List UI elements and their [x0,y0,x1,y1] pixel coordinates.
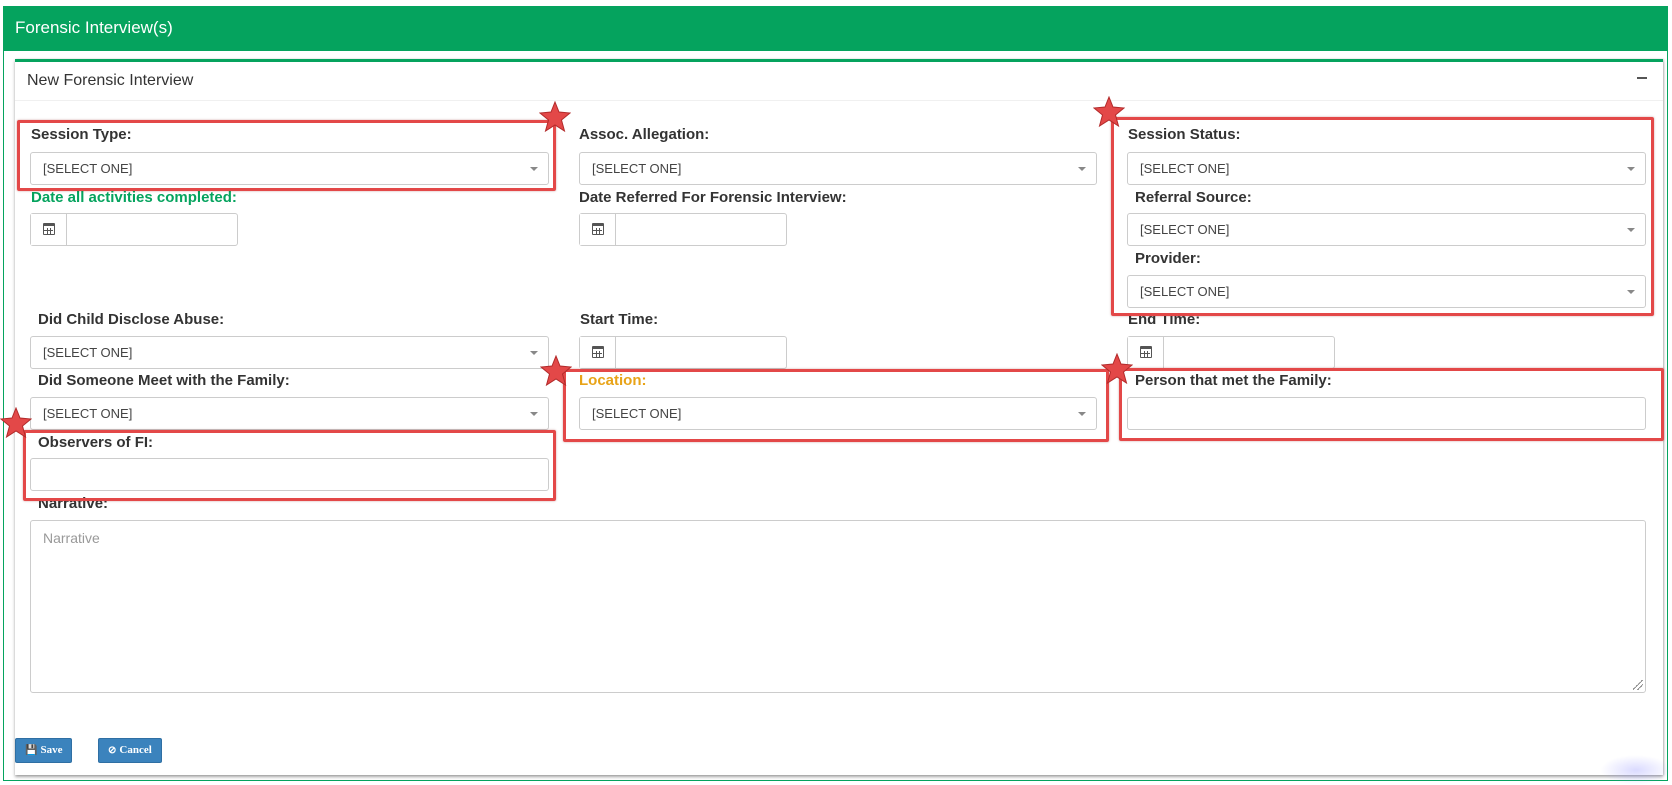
calendar-icon [592,346,604,358]
provider-value: [SELECT ONE] [1140,284,1230,299]
someone-met-family-label: Did Someone Meet with the Family: [38,372,290,389]
session-type-label: Session Type: [31,126,132,143]
provider-select[interactable]: [SELECT ONE] [1127,275,1646,308]
chevron-down-icon [1078,412,1086,416]
chevron-down-icon [1627,167,1635,171]
date-referred-label: Date Referred For Forensic Interview: [579,189,847,206]
observers-input[interactable] [30,458,549,491]
chevron-down-icon [530,351,538,355]
session-status-value: [SELECT ONE] [1140,161,1230,176]
person-met-family-label: Person that met the Family: [1135,372,1332,389]
calendar-addon[interactable] [580,337,616,368]
panel-title: Forensic Interview(s) [4,7,1667,51]
ban-icon: ⊘ [108,745,117,756]
resize-grip-icon[interactable] [1633,680,1643,690]
location-select[interactable]: [SELECT ONE] [579,397,1097,430]
someone-met-family-value: [SELECT ONE] [43,406,133,421]
calendar-addon[interactable] [580,214,616,245]
child-disclose-abuse-value: [SELECT ONE] [43,345,133,360]
date-activities-completed-label: Date all activities completed: [31,189,237,206]
start-time-label: Start Time: [580,311,659,328]
save-button-label: Save [40,744,63,756]
session-type-value: [SELECT ONE] [43,161,133,176]
chevron-down-icon [530,412,538,416]
referral-source-value: [SELECT ONE] [1140,222,1230,237]
chevron-down-icon [1627,228,1635,232]
save-button[interactable]: 💾 Save [15,738,73,763]
assoc-allegation-label: Assoc. Allegation: [579,126,710,143]
narrative-placeholder: Narrative [43,530,100,546]
session-type-select[interactable]: [SELECT ONE] [30,152,549,185]
assoc-allegation-select[interactable]: [SELECT ONE] [579,152,1097,185]
calendar-icon [43,223,55,235]
provider-label: Provider: [1135,250,1201,267]
calendar-addon[interactable] [1128,337,1164,368]
calendar-icon [1140,346,1152,358]
end-time-label: End Time: [1128,311,1201,328]
session-status-select[interactable]: [SELECT ONE] [1127,152,1646,185]
observers-label: Observers of FI: [38,434,154,451]
referral-source-label: Referral Source: [1135,189,1252,206]
chevron-down-icon [530,167,538,171]
calendar-icon [592,223,604,235]
cancel-button[interactable]: ⊘ Cancel [98,738,162,763]
calendar-addon[interactable] [31,214,67,245]
session-status-label: Session Status: [1128,126,1241,143]
form-header: New Forensic Interview [15,62,1663,101]
floppy-disk-icon: 💾 [25,745,38,756]
start-time-field[interactable] [579,336,787,369]
date-activities-completed-field[interactable] [30,213,238,246]
someone-met-family-select[interactable]: [SELECT ONE] [30,397,549,430]
cancel-button-label: Cancel [119,744,152,756]
person-met-family-input[interactable] [1127,397,1646,430]
narrative-textarea[interactable]: Narrative [30,520,1646,693]
form-title: New Forensic Interview [27,72,194,89]
location-value: [SELECT ONE] [592,406,682,421]
chevron-down-icon [1078,167,1086,171]
child-disclose-abuse-select[interactable]: [SELECT ONE] [30,336,549,369]
end-time-field[interactable] [1127,336,1335,369]
child-disclose-abuse-label: Did Child Disclose Abuse: [38,311,225,328]
assoc-allegation-value: [SELECT ONE] [592,161,682,176]
referral-source-select[interactable]: [SELECT ONE] [1127,213,1646,246]
collapse-icon[interactable] [1637,77,1647,79]
location-label: Location: [579,372,647,389]
corner-glow [1600,755,1672,785]
narrative-label: Narrative: [38,495,109,512]
chevron-down-icon [1627,290,1635,294]
date-referred-field[interactable] [579,213,787,246]
